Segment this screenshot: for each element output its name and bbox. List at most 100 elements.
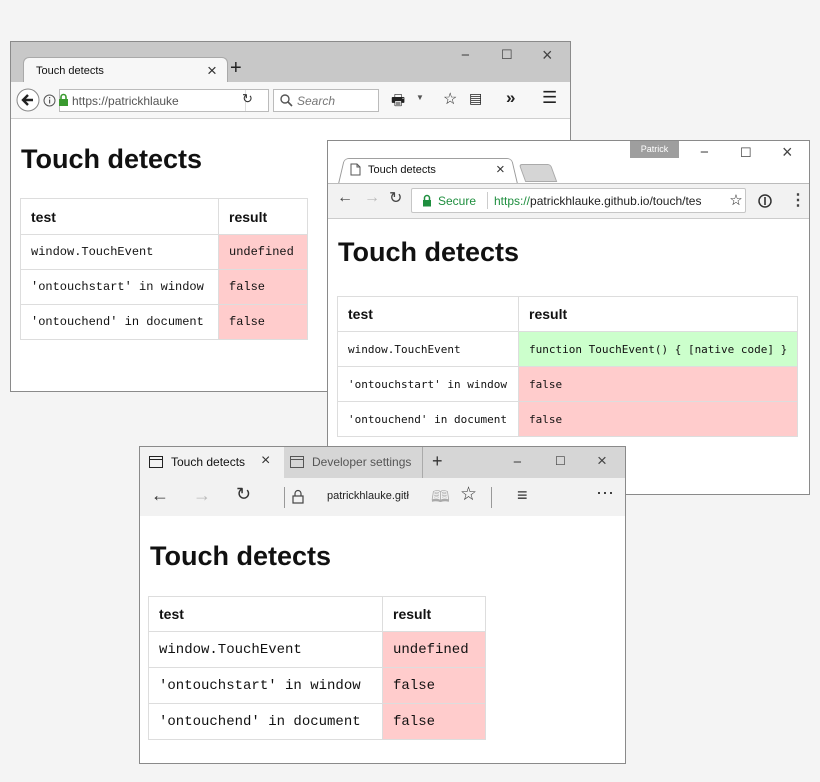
table-header-row: test result bbox=[337, 296, 799, 332]
lock-icon bbox=[292, 489, 304, 504]
maximize-icon[interactable]: ☐ bbox=[555, 455, 566, 467]
reload-icon[interactable]: ↻ bbox=[389, 188, 402, 208]
table-row: 'ontouchend' in document false bbox=[337, 401, 799, 437]
info-icon bbox=[43, 94, 56, 107]
reading-list-icon[interactable]: ▤ bbox=[469, 90, 482, 107]
results-table: test result window.TouchEvent undefined … bbox=[148, 596, 486, 740]
bookmark-star-icon[interactable]: ☆ bbox=[443, 89, 457, 109]
close-tab-icon[interactable]: × bbox=[207, 61, 217, 81]
search-bar[interactable]: Search bbox=[273, 89, 379, 112]
table-row: 'ontouchend' in document false bbox=[148, 703, 486, 740]
back-arrow-icon[interactable]: ← bbox=[337, 189, 353, 207]
result-cell: false bbox=[382, 667, 486, 704]
table-row: 'ontouchstart' in window false bbox=[20, 269, 308, 305]
profile-badge[interactable]: Patrick bbox=[630, 141, 679, 158]
new-tab-button[interactable] bbox=[518, 164, 558, 182]
firefox-nav-bar: https://patrickhlauke ↻ Search 🖶 ▼ ☆ ▤ »… bbox=[11, 82, 570, 119]
back-arrow-icon[interactable]: ← bbox=[151, 485, 169, 506]
minimize-icon[interactable]: − bbox=[513, 455, 522, 470]
kebab-menu-icon[interactable]: ⋮ bbox=[790, 190, 806, 210]
maximize-icon[interactable]: ☐ bbox=[740, 146, 752, 159]
column-header: result bbox=[218, 198, 308, 235]
new-tab-icon[interactable]: + bbox=[230, 57, 242, 80]
chrome-window: Touch detects × Patrick − ☐ × ← → ↻ Secu… bbox=[327, 140, 810, 495]
page-title: Touch detects bbox=[21, 144, 203, 174]
results-table: test result window.TouchEvent function T… bbox=[337, 296, 799, 437]
back-button[interactable] bbox=[16, 88, 40, 112]
refresh-icon[interactable]: ↻ bbox=[236, 484, 251, 505]
result-cell: false bbox=[218, 269, 308, 305]
favorite-star-icon[interactable]: ☆ bbox=[460, 483, 477, 506]
edge-tab-developer-settings[interactable]: Developer settings bbox=[284, 447, 423, 478]
address-bar[interactable]: Secure https://patrickhlauke.github.io/t… bbox=[411, 188, 746, 213]
tab-page-icon bbox=[290, 456, 304, 468]
address-url: https://patrickhlauke.github.io/touch/te… bbox=[494, 194, 701, 208]
table-row: window.TouchEvent undefined bbox=[148, 631, 486, 668]
address-url: https://patrickhlauke bbox=[72, 94, 179, 108]
edge-window: Touch detects × Developer settings + − ☐… bbox=[139, 446, 626, 764]
address-bar[interactable]: https://patrickhlauke bbox=[43, 89, 269, 112]
url-path: patrickhlauke.github.io/touch/tes bbox=[530, 194, 702, 208]
more-options-icon[interactable]: ⋯ bbox=[596, 483, 614, 504]
result-cell: false bbox=[218, 304, 308, 340]
test-cell: 'ontouchstart' in window bbox=[337, 366, 519, 402]
results-table: test result window.TouchEvent undefined … bbox=[20, 198, 308, 340]
hamburger-menu-icon[interactable]: ☰ bbox=[542, 88, 557, 108]
table-row: 'ontouchend' in document false bbox=[20, 304, 308, 340]
test-cell: window.TouchEvent bbox=[20, 234, 219, 270]
extension-icon[interactable] bbox=[758, 194, 772, 208]
table-row: 'ontouchstart' in window false bbox=[337, 366, 799, 402]
edge-tab-bar: Touch detects × Developer settings + − ☐… bbox=[140, 447, 625, 478]
close-window-icon[interactable]: × bbox=[782, 143, 793, 161]
firefox-tab-touch-detects[interactable]: Touch detects × bbox=[23, 57, 228, 83]
result-cell: false bbox=[517, 366, 799, 402]
page-title: Touch detects bbox=[150, 541, 332, 571]
test-cell: 'ontouchend' in document bbox=[20, 304, 219, 340]
chrome-nav-bar: ← → ↻ Secure https://patrickhlauke.githu… bbox=[328, 183, 809, 219]
result-cell: undefined bbox=[218, 234, 308, 270]
lock-icon bbox=[423, 194, 431, 207]
minimize-icon[interactable]: − bbox=[700, 145, 709, 160]
reading-view-icon[interactable]: 🕮 bbox=[431, 486, 450, 513]
test-cell: 'ontouchend' in document bbox=[148, 703, 383, 740]
minimize-icon[interactable]: − bbox=[461, 48, 470, 63]
table-header-row: test result bbox=[148, 596, 486, 632]
lock-icon bbox=[59, 93, 68, 106]
tab-title: Touch detects bbox=[171, 455, 246, 469]
tab-title: Touch detects bbox=[36, 65, 104, 77]
column-header: result bbox=[382, 596, 486, 632]
test-cell: 'ontouchend' in document bbox=[337, 401, 519, 437]
column-header: test bbox=[148, 596, 383, 632]
address-bar[interactable]: patrickhlauke.gitł bbox=[290, 483, 430, 511]
new-tab-icon[interactable]: + bbox=[432, 451, 443, 472]
bookmark-star-icon[interactable]: ☆ bbox=[724, 191, 745, 211]
table-header-row: test result bbox=[20, 198, 308, 235]
tab-title: Touch detects bbox=[368, 164, 436, 176]
close-window-icon[interactable]: × bbox=[597, 452, 607, 469]
hub-icon[interactable]: ≡ bbox=[517, 485, 528, 506]
url-scheme: https:// bbox=[494, 194, 531, 208]
column-header: result bbox=[517, 296, 799, 332]
close-window-icon[interactable]: × bbox=[542, 46, 553, 64]
edge-tab-touch-detects[interactable]: Touch detects × bbox=[140, 447, 284, 478]
test-cell: window.TouchEvent bbox=[337, 331, 519, 367]
table-row: window.TouchEvent function TouchEvent() … bbox=[337, 331, 799, 367]
forward-arrow-icon[interactable]: → bbox=[193, 485, 211, 506]
page-title: Touch detects bbox=[338, 237, 520, 267]
close-tab-icon[interactable]: × bbox=[261, 452, 270, 470]
close-tab-icon[interactable]: × bbox=[496, 161, 505, 178]
search-icon bbox=[280, 94, 293, 107]
test-cell: window.TouchEvent bbox=[148, 631, 383, 668]
edge-nav-bar: ← → ↻ patrickhlauke.gitł 🕮 ☆ ≡ ⋯ bbox=[140, 478, 625, 516]
table-row: window.TouchEvent undefined bbox=[20, 234, 308, 270]
back-arrow-icon bbox=[16, 88, 40, 112]
dropdown-icon[interactable]: ▼ bbox=[416, 93, 424, 102]
result-cell: false bbox=[382, 703, 486, 740]
reload-icon[interactable]: ↻ bbox=[242, 91, 253, 107]
maximize-icon[interactable]: ☐ bbox=[501, 48, 513, 61]
print-icon[interactable]: 🖶 bbox=[391, 90, 405, 115]
forward-arrow-icon[interactable]: → bbox=[364, 189, 380, 207]
address-url: patrickhlauke.gitł bbox=[327, 490, 409, 502]
search-placeholder: Search bbox=[297, 94, 336, 108]
overflow-menu-icon[interactable]: » bbox=[506, 88, 515, 108]
